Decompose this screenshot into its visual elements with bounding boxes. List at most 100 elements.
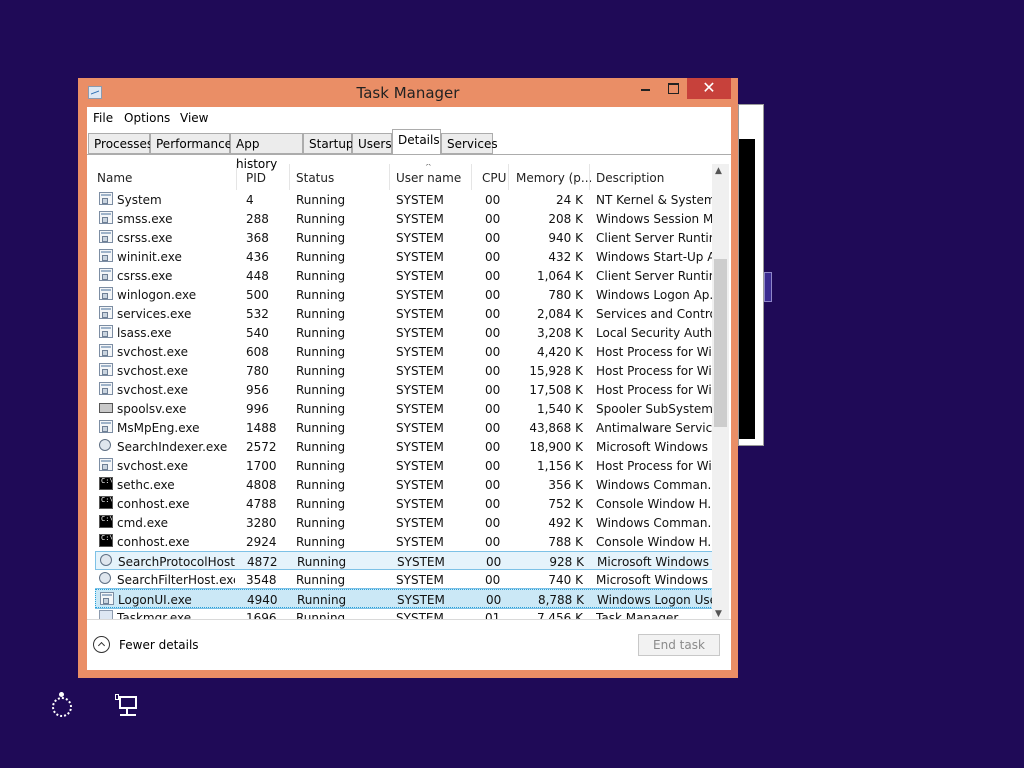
tab-app-history[interactable]: App history [230, 133, 303, 171]
table-row[interactable]: conhost.exe2924RunningSYSTEM00788 KConso… [95, 532, 719, 551]
console-icon [99, 534, 113, 547]
scroll-down-arrow-icon[interactable]: ▼ [715, 609, 722, 619]
table-row[interactable]: lsass.exe 540 Running SYSTEM 00 3,208 K Local … [95, 323, 719, 342]
scrollbar-thumb[interactable] [714, 259, 727, 427]
process-pid: 1700 [246, 459, 277, 473]
process-memory: 752 K [548, 497, 583, 511]
process-name: MsMpEng.exe [117, 421, 200, 435]
tab-services[interactable]: Services [441, 133, 498, 154]
task-manager-window: Task Manager ✕ File Options View Process… [78, 78, 738, 678]
process-status: Running [296, 573, 346, 587]
process-description: Client Server Runtim... [596, 231, 716, 245]
ease-of-access-icon[interactable] [49, 692, 77, 720]
process-pid: 4808 [246, 478, 277, 492]
column-divider[interactable] [471, 164, 472, 190]
column-header-description[interactable]: Description [596, 171, 664, 185]
column-divider[interactable] [508, 164, 509, 190]
table-row[interactable]: SearchFilterHost.exe 3548 Running SYSTEM 00 7… [95, 570, 719, 589]
table-row[interactable]: conhost.exe4788RunningSYSTEM00752 KConso… [95, 494, 719, 513]
tab-users[interactable]: Users [352, 133, 392, 154]
maximize-icon [667, 83, 679, 94]
process-name: smss.exe [117, 212, 173, 226]
table-row[interactable]: svchost.exe 608 Running SYSTEM 00 4,420 K Host… [95, 342, 719, 361]
table-row[interactable]: System 4 Running SYSTEM 00 24 K NT Kernel & Sy… [95, 190, 719, 209]
process-description: Host Process for Wi... [596, 364, 716, 378]
network-icon[interactable] [114, 692, 142, 720]
process-name: SearchFilterHost.exe [117, 573, 235, 587]
process-description: Console Window H... [596, 497, 716, 511]
scroll-up-arrow-icon[interactable]: ▲ [715, 166, 722, 176]
task-manager-icon [99, 610, 113, 619]
table-row[interactable]: smss.exe 288 Running SYSTEM 00 208 K Windows S… [95, 209, 719, 228]
process-name: sethc.exe [117, 478, 175, 492]
table-row[interactable]: SearchIndexer.exe 2572 Running SYSTEM 00 18,9… [95, 437, 719, 456]
table-row[interactable]: csrss.exe 448 Running SYSTEM 00 1,064 K Client… [95, 266, 719, 285]
table-row[interactable]: cmd.exe3280RunningSYSTEM00492 KWindows C… [95, 513, 719, 532]
sort-indicator-icon: ^ [425, 164, 432, 171]
column-header-name[interactable]: Name [97, 171, 132, 185]
table-row[interactable]: SearchProtocolHost....4872RunningSYSTEM0… [95, 551, 719, 570]
column-header-pid[interactable]: PID [246, 171, 266, 185]
process-user: SYSTEM [396, 497, 444, 511]
table-row[interactable]: svchost.exe 1700 Running SYSTEM 00 1,156 K Hos… [95, 456, 719, 475]
menu-file[interactable]: File [93, 111, 113, 125]
network-screen [119, 696, 137, 709]
network-base [120, 714, 136, 716]
process-status: Running [296, 478, 346, 492]
vertical-scrollbar[interactable]: ▲ ▼ [712, 164, 729, 619]
table-row[interactable]: LogonUI.exe 4940 Running SYSTEM 00 8,788 K Win… [95, 588, 720, 609]
process-description: Host Process for Wi... [596, 383, 716, 397]
process-pid: 500 [246, 288, 269, 302]
table-row[interactable]: winlogon.exe 500 Running SYSTEM 00 780 K Windo… [95, 285, 719, 304]
process-name: LogonUI.exe [118, 593, 192, 607]
table-row[interactable]: MsMpEng.exe 1488 Running SYSTEM 00 43,868 K An… [95, 418, 719, 437]
tab-processes[interactable]: Processes [88, 133, 153, 154]
tab-performance[interactable]: Performance [150, 133, 232, 154]
process-status: Running [297, 555, 347, 569]
process-status: Running [297, 593, 347, 607]
column-header-cpu[interactable]: CPU [482, 171, 506, 185]
table-row[interactable]: svchost.exe 780 Running SYSTEM 00 15,928 K Hos… [95, 361, 719, 380]
menu-options[interactable]: Options [124, 111, 170, 125]
tab-details[interactable]: Details [392, 129, 441, 155]
process-memory: 928 K [549, 555, 584, 569]
table-row[interactable]: wininit.exe 436 Running SYSTEM 00 432 K Window… [95, 247, 719, 266]
column-header-status[interactable]: Status [296, 171, 334, 185]
title-bar[interactable]: Task Manager ✕ [78, 78, 738, 106]
process-user: SYSTEM [396, 421, 444, 435]
process-user: SYSTEM [396, 345, 444, 359]
background-console-window[interactable] [738, 104, 764, 446]
column-divider[interactable] [236, 164, 237, 190]
table-row[interactable]: svchost.exe 956 Running SYSTEM 00 17,508 K Hos… [95, 380, 719, 399]
minimize-button[interactable] [631, 78, 659, 99]
table-row[interactable]: sethc.exe4808RunningSYSTEM00356 KWindows… [95, 475, 719, 494]
process-status: Running [296, 231, 346, 245]
table-row[interactable]: spoolsv.exe 996 Running SYSTEM 00 1,540 K Spoo… [95, 399, 719, 418]
column-header-memory[interactable]: Memory (p... [516, 171, 592, 185]
tab-startup[interactable]: Startup [303, 133, 354, 154]
end-task-button[interactable]: End task [638, 634, 720, 656]
process-table: Name PID Status ^ User name CPU Memory (… [95, 164, 723, 619]
table-row[interactable]: services.exe 532 Running SYSTEM 00 2,084 K Ser… [95, 304, 719, 323]
process-description: Microsoft Windows ... [597, 555, 717, 569]
process-user: SYSTEM [397, 593, 445, 607]
column-divider[interactable] [289, 164, 290, 190]
process-name: System [117, 193, 162, 207]
column-divider[interactable] [589, 164, 590, 190]
column-divider[interactable] [389, 164, 390, 190]
generic-exe-icon [99, 287, 113, 300]
background-console-body [739, 139, 755, 439]
process-memory: 208 K [548, 212, 583, 226]
process-name: conhost.exe [117, 497, 190, 511]
menu-view[interactable]: View [180, 111, 208, 125]
process-user: SYSTEM [396, 326, 444, 340]
table-row[interactable]: csrss.exe 368 Running SYSTEM 00 940 K Client S… [95, 228, 719, 247]
close-button[interactable]: ✕ [687, 78, 731, 99]
column-header-user-name[interactable]: User name [396, 171, 461, 185]
table-row[interactable]: Taskmgr.exe 1696 Running SYSTEM 01 7,456 K Tas… [95, 608, 719, 619]
process-status: Running [296, 611, 346, 619]
process-user: SYSTEM [396, 459, 444, 473]
maximize-button[interactable] [659, 78, 687, 99]
process-status: Running [296, 497, 346, 511]
generic-exe-icon [99, 420, 113, 433]
